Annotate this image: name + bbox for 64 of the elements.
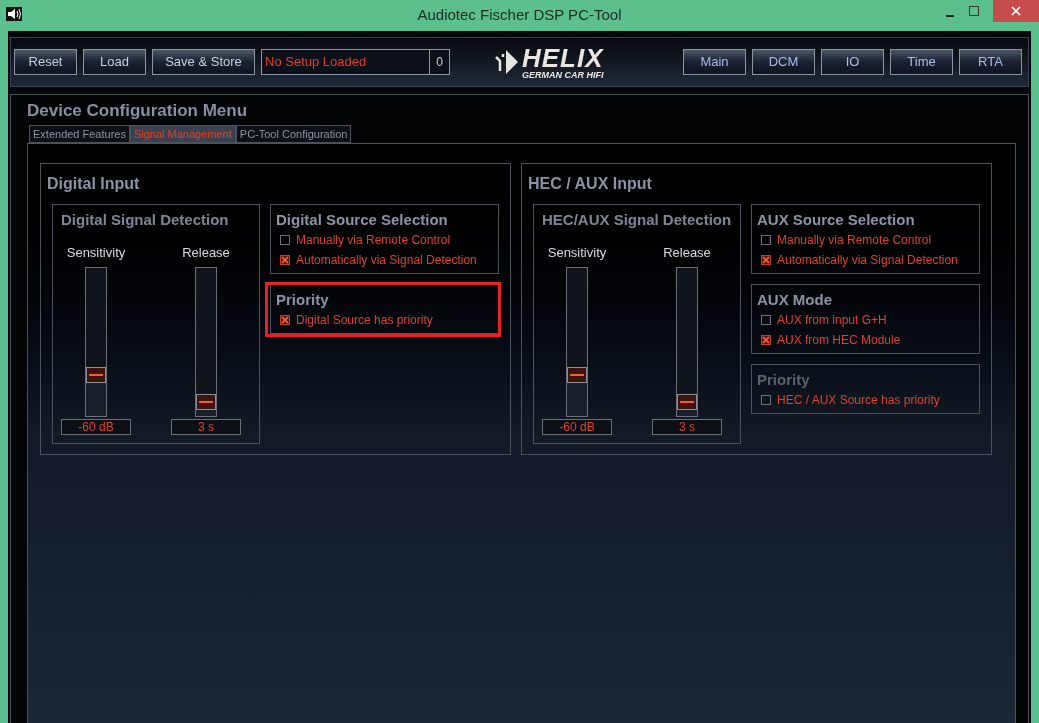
checkbox-option[interactable]: Manually via Remote Control bbox=[757, 230, 974, 250]
nav-button[interactable]: DCM bbox=[752, 49, 815, 75]
option-label: HEC / AUX Source has priority bbox=[777, 392, 940, 409]
option-label: AUX from input G+H bbox=[777, 312, 887, 329]
checkbox-option[interactable]: Automatically via Signal Detection bbox=[276, 250, 493, 270]
checkbox[interactable] bbox=[761, 315, 771, 325]
toolbar-button[interactable]: Save & Store bbox=[152, 49, 255, 75]
toolbar-button[interactable]: Reset bbox=[14, 49, 77, 75]
checkbox-option[interactable]: Manually via Remote Control bbox=[276, 230, 493, 250]
setup-number: 0 bbox=[435, 54, 444, 71]
slider-value: 3 s bbox=[652, 418, 722, 435]
checkbox-option[interactable]: AUX from input G+H bbox=[757, 310, 974, 330]
nav-button[interactable]: Main bbox=[683, 49, 746, 75]
slider-value: -60 dB bbox=[542, 418, 612, 435]
panel-title: Digital Input bbox=[47, 174, 141, 194]
slider-thumb[interactable] bbox=[86, 366, 106, 383]
slider-value: -60 dB bbox=[61, 418, 131, 435]
speaker-icon bbox=[6, 7, 22, 21]
slider-thumb[interactable] bbox=[567, 366, 587, 383]
slider-label: Release bbox=[663, 244, 711, 262]
option-label: Digital Source has priority bbox=[296, 312, 433, 329]
checkbox[interactable] bbox=[761, 335, 771, 345]
close-button[interactable] bbox=[993, 0, 1039, 22]
setup-name: No Setup Loaded bbox=[262, 50, 430, 74]
group-title: Priority bbox=[276, 290, 330, 310]
nav-button[interactable]: RTA bbox=[959, 49, 1022, 75]
nav-button[interactable]: Time bbox=[890, 49, 953, 75]
checkbox[interactable] bbox=[761, 235, 771, 245]
checkbox-option[interactable]: Digital Source has priority bbox=[276, 310, 493, 330]
panel-title: HEC / AUX Input bbox=[528, 174, 653, 194]
checkbox[interactable] bbox=[280, 235, 290, 245]
option-label: Automatically via Signal Detection bbox=[777, 252, 958, 269]
checkbox[interactable] bbox=[761, 255, 771, 265]
menu-title: Device Configuration Menu bbox=[27, 100, 249, 122]
group-title: AUX Source Selection bbox=[757, 210, 916, 230]
close-icon bbox=[1011, 6, 1021, 16]
maximize-icon[interactable] bbox=[969, 6, 979, 16]
option-label: Manually via Remote Control bbox=[296, 232, 451, 249]
slider-label: Sensitivity bbox=[66, 244, 126, 262]
toolbar-button[interactable]: Load bbox=[83, 49, 146, 75]
group-title: Priority bbox=[757, 370, 811, 390]
checkbox[interactable] bbox=[280, 315, 290, 325]
slider-label: Release bbox=[182, 244, 230, 262]
checkbox-option[interactable]: AUX from HEC Module bbox=[757, 330, 974, 350]
option-label: Manually via Remote Control bbox=[777, 232, 932, 249]
window-title: Audiotec Fischer DSP PC-Tool bbox=[417, 5, 622, 26]
group-title: Digital Source Selection bbox=[276, 210, 449, 230]
tab[interactable]: PC-Tool Configuration bbox=[235, 125, 352, 143]
logo-icon bbox=[494, 47, 520, 77]
slider-value: 3 s bbox=[171, 418, 241, 435]
logo-tagline: GERMAN CAR HIFI bbox=[522, 70, 604, 80]
slider-thumb[interactable] bbox=[677, 394, 697, 411]
group-title: Digital Signal Detection bbox=[61, 211, 230, 229]
slider-label: Sensitivity bbox=[547, 244, 607, 262]
slider-thumb[interactable] bbox=[196, 394, 216, 411]
tab[interactable]: Extended Features bbox=[29, 125, 130, 143]
checkbox-option[interactable]: Automatically via Signal Detection bbox=[757, 250, 974, 270]
nav-button[interactable]: IO bbox=[821, 49, 884, 75]
group-title: AUX Mode bbox=[757, 290, 833, 310]
option-label: AUX from HEC Module bbox=[777, 332, 901, 349]
option-label: Automatically via Signal Detection bbox=[296, 252, 477, 269]
group-title: HEC/AUX Signal Detection bbox=[542, 211, 732, 229]
checkbox[interactable] bbox=[280, 255, 290, 265]
logo-brand: HELIX bbox=[522, 44, 604, 71]
